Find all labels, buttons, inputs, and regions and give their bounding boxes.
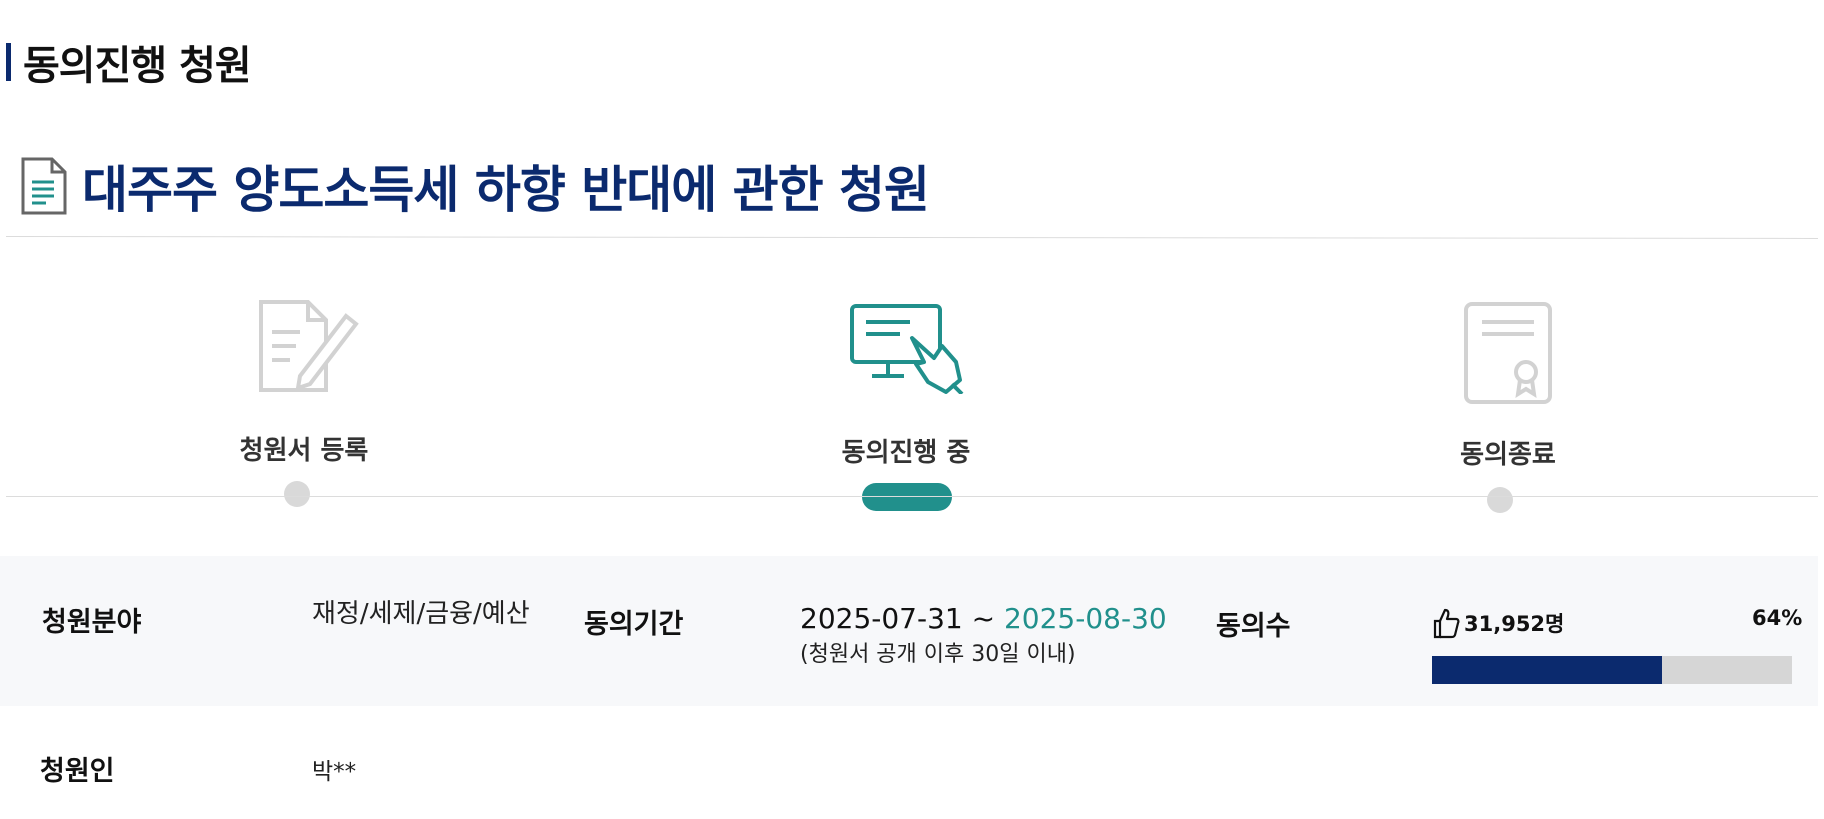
section-title: 동의진행 청원 [23,43,252,89]
divider [5,236,1818,239]
petition-title: 대주주 양도소득세 하향 반대에 관한 청원 [82,161,930,219]
count-label: 동의수 [1216,611,1291,642]
step-dot-register [284,481,310,507]
step-label-register: 청원서 등록 [239,436,369,466]
field-value: 재정/세제/금융/예산 [312,599,530,629]
section-heading: 동의진행 청원 [6,40,252,89]
agree-progress-bar [1432,656,1792,684]
field-label: 청원분야 [42,607,142,638]
steps-track-line [6,496,1818,497]
monitor-click-icon [850,304,964,394]
thumbs-up-icon [1433,608,1460,639]
period-label: 동의기간 [584,609,684,640]
agree-progress-fill [1432,656,1663,684]
step-indicator-active [862,483,952,511]
certificate-icon [1464,302,1552,404]
period-note: (청원서 공개 이후 30일 이내) [800,642,1076,667]
period-start: 2025-07-31 ~ [800,602,1004,635]
period-range: 2025-07-31 ~ 2025-08-30 [800,602,1167,635]
document-icon [21,157,67,215]
step-label-active: 동의진행 중 [841,438,971,468]
period-end: 2025-08-30 [1003,602,1167,635]
agree-count-value: 31,952명 [1464,612,1565,636]
step-label-closed: 동의종료 [1460,440,1556,470]
petitioner-label: 청원인 [40,756,115,787]
heading-accent-bar [6,43,11,81]
petitioner-value: 박** [312,759,357,785]
petition-write-icon [259,300,359,392]
agree-percent: 64% [1752,606,1803,630]
petition-title-row: 대주주 양도소득세 하향 반대에 관한 청원 [20,150,930,222]
step-dot-closed [1487,487,1513,513]
agree-count: 31,952명 [1432,607,1564,639]
